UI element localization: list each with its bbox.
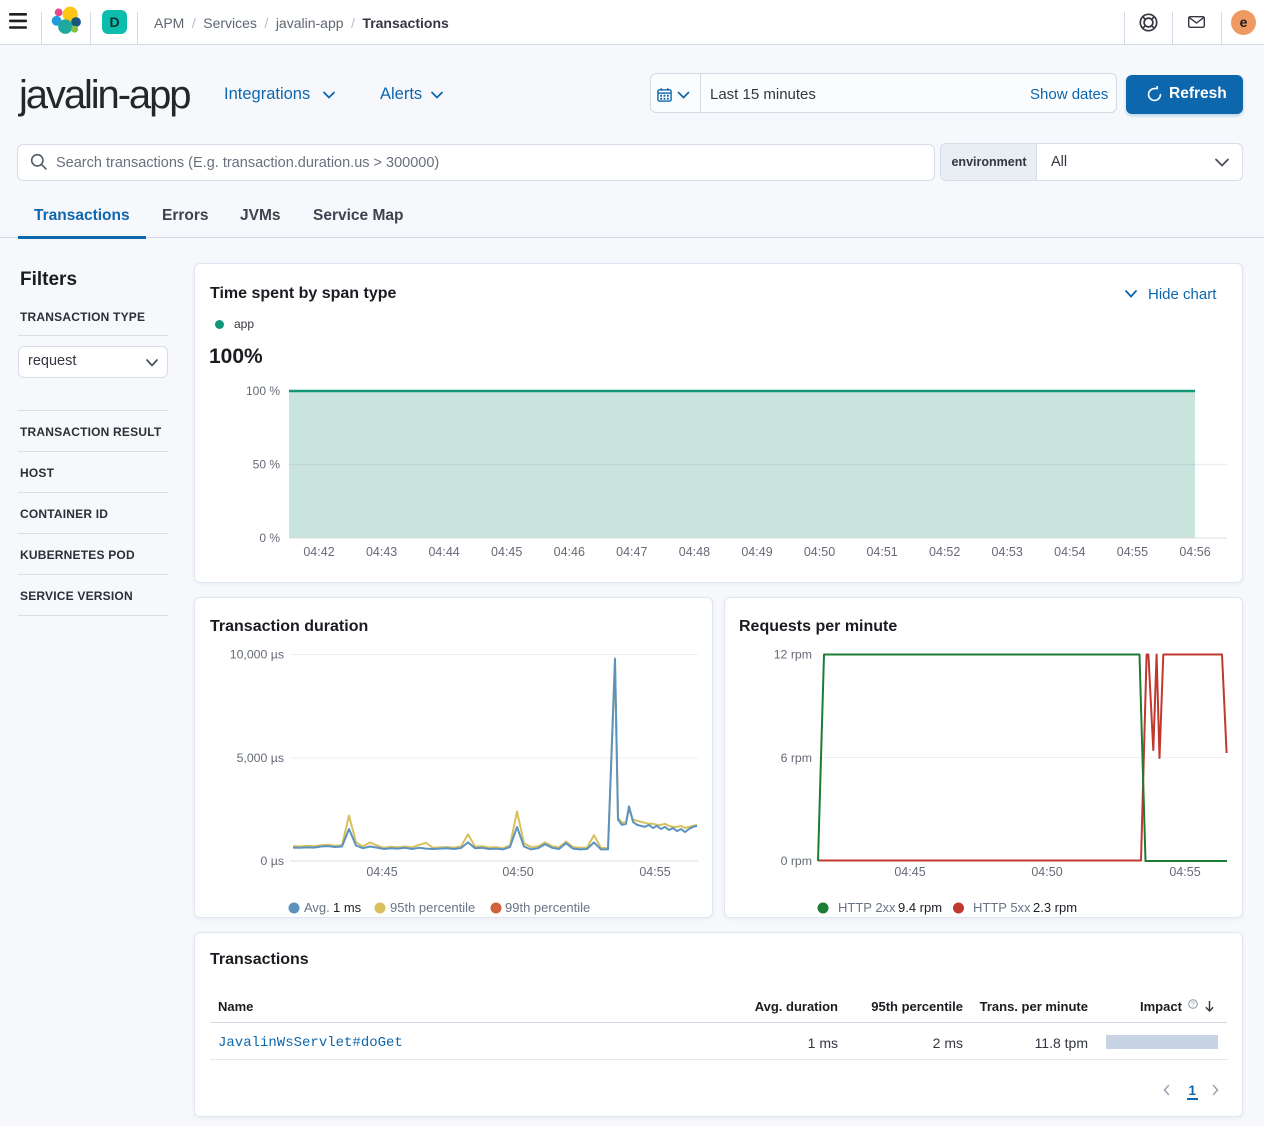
svg-text:04:45: 04:45 <box>894 865 925 879</box>
svg-text:04:43: 04:43 <box>366 545 397 559</box>
svg-text:04:50: 04:50 <box>1031 865 1062 879</box>
svg-text:04:47: 04:47 <box>616 545 647 559</box>
svg-text:04:51: 04:51 <box>866 545 897 559</box>
svg-text:04:48: 04:48 <box>679 545 710 559</box>
svg-text:0 %: 0 % <box>259 531 280 545</box>
svg-text:2.3 rpm: 2.3 rpm <box>1033 900 1077 915</box>
svg-text:04:46: 04:46 <box>554 545 585 559</box>
svg-text:04:55: 04:55 <box>1117 545 1148 559</box>
svg-text:Avg.: Avg. <box>304 900 330 915</box>
svg-text:10,000 µs: 10,000 µs <box>230 648 284 662</box>
svg-text:5,000 µs: 5,000 µs <box>237 751 284 765</box>
svg-text:04:50: 04:50 <box>804 545 835 559</box>
svg-text:04:44: 04:44 <box>428 545 459 559</box>
svg-text:HTTP 2xx: HTTP 2xx <box>838 900 896 915</box>
svg-text:?: ? <box>1191 1002 1195 1009</box>
svg-text:04:56: 04:56 <box>1179 545 1210 559</box>
svg-text:99th percentile: 99th percentile <box>505 900 590 915</box>
svg-text:04:45: 04:45 <box>366 865 397 879</box>
svg-text:04:55: 04:55 <box>1169 865 1200 879</box>
svg-text:HTTP 5xx: HTTP 5xx <box>973 900 1031 915</box>
svg-text:04:50: 04:50 <box>502 865 533 879</box>
svg-text:9.4 rpm: 9.4 rpm <box>898 900 942 915</box>
svg-text:04:45: 04:45 <box>491 545 522 559</box>
svg-text:1 ms: 1 ms <box>333 900 362 915</box>
svg-text:0 rpm: 0 rpm <box>781 854 812 868</box>
svg-text:50 %: 50 % <box>253 458 281 472</box>
svg-text:95th percentile: 95th percentile <box>390 900 475 915</box>
svg-text:0 µs: 0 µs <box>261 854 285 868</box>
svg-text:100 %: 100 % <box>246 384 280 398</box>
svg-text:6 rpm: 6 rpm <box>781 751 812 765</box>
svg-text:04:54: 04:54 <box>1054 545 1085 559</box>
svg-text:04:42: 04:42 <box>303 545 334 559</box>
svg-text:04:52: 04:52 <box>929 545 960 559</box>
svg-text:12 rpm: 12 rpm <box>774 648 812 662</box>
svg-text:04:49: 04:49 <box>741 545 772 559</box>
svg-text:04:53: 04:53 <box>992 545 1023 559</box>
svg-text:04:55: 04:55 <box>639 865 670 879</box>
